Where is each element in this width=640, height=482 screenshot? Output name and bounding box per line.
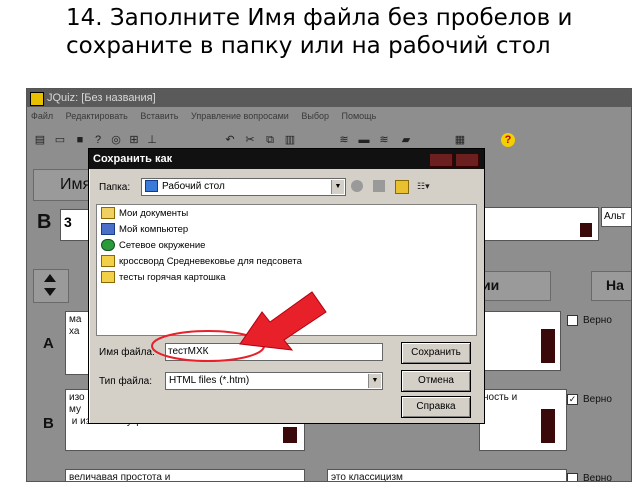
annotation-overlay <box>151 291 327 362</box>
annotation-arrow-icon <box>239 291 327 351</box>
